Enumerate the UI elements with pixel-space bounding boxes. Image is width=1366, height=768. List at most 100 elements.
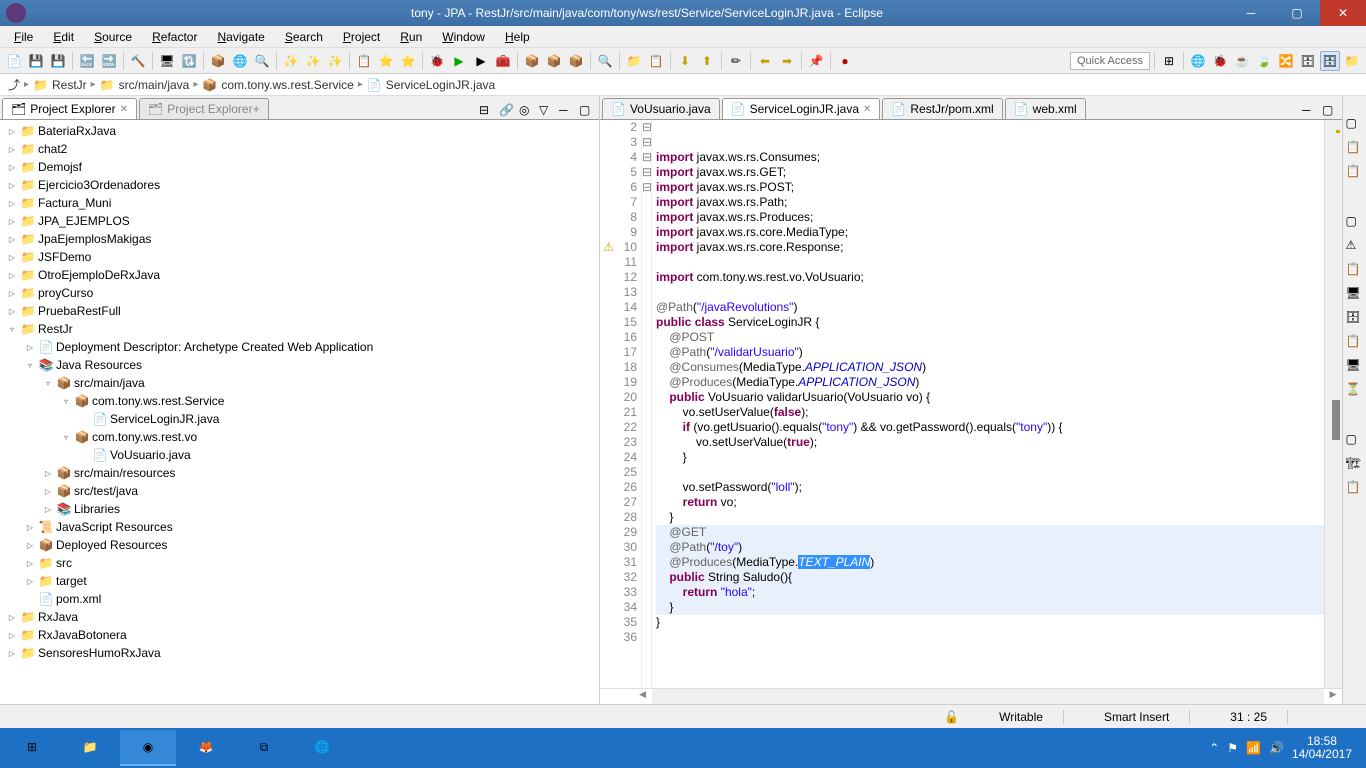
tree-toggle-icon[interactable]: ▷: [24, 539, 36, 551]
tree-toggle-icon[interactable]: ▷: [24, 341, 36, 353]
editor-tab[interactable]: 📄ServiceLoginJR.java✕: [722, 98, 881, 119]
close-tab-icon[interactable]: ✕: [863, 104, 871, 115]
chrome-taskbtn[interactable]: 🌐: [294, 730, 350, 766]
maximize-editor-icon[interactable]: ▢: [1322, 103, 1338, 119]
open-perspective-icon[interactable]: ⊞: [1159, 51, 1179, 71]
tree-toggle-icon[interactable]: ▷: [24, 575, 36, 587]
tree-item[interactable]: 📄pom.xml: [2, 590, 597, 608]
nav-back-icon[interactable]: ⤴: [8, 76, 20, 93]
tree-toggle-icon[interactable]: ▿: [6, 323, 18, 335]
java-persp-icon[interactable]: ☕: [1232, 51, 1252, 71]
restore-view3-icon[interactable]: ▢: [1346, 432, 1364, 450]
run-icon[interactable]: ▶: [449, 51, 469, 71]
tree-toggle-icon[interactable]: ▷: [6, 215, 18, 227]
build-icon[interactable]: 🔨: [128, 51, 148, 71]
tree-toggle-icon[interactable]: ▿: [60, 395, 72, 407]
structure-icon[interactable]: 🏗: [1346, 456, 1364, 474]
tree-toggle-icon[interactable]: ▷: [24, 557, 36, 569]
close-icon[interactable]: ✕: [120, 104, 128, 115]
tree-toggle-icon[interactable]: ▷: [6, 161, 18, 173]
minimize-button[interactable]: ─: [1228, 0, 1274, 26]
tree-toggle-icon[interactable]: ▷: [6, 305, 18, 317]
tree-item[interactable]: ▷📁RxJavaBotonera: [2, 626, 597, 644]
new-type-icon[interactable]: 📦: [566, 51, 586, 71]
tree-toggle-icon[interactable]: ▷: [42, 503, 54, 515]
tree-toggle-icon[interactable]: ▷: [6, 233, 18, 245]
focus-icon[interactable]: ◎: [519, 103, 535, 119]
git-persp-icon[interactable]: 🔀: [1276, 51, 1296, 71]
tree-item[interactable]: ▿📚Java Resources: [2, 356, 597, 374]
tree-toggle-icon[interactable]: ▷: [6, 251, 18, 263]
file-nav-icon[interactable]: 📁: [624, 51, 644, 71]
jrebel-icon[interactable]: ●: [835, 51, 855, 71]
tree-item[interactable]: ▷📁JpaEjemplosMakigas: [2, 230, 597, 248]
tree-item[interactable]: ▿📁RestJr: [2, 320, 597, 338]
breadcrumb-file[interactable]: ServiceLoginJR.java: [386, 78, 495, 92]
tree-item[interactable]: ▷📁proyCurso: [2, 284, 597, 302]
breadcrumb-proj[interactable]: RestJr: [52, 78, 87, 92]
overview-ruler[interactable]: [1324, 120, 1342, 688]
tree-item[interactable]: ▷📁PruebaRestFull: [2, 302, 597, 320]
fold-bar[interactable]: ⊟⊟⊟⊟⊟: [642, 120, 652, 688]
search2-icon[interactable]: 🔍: [595, 51, 615, 71]
tree-item[interactable]: ▿📦com.tony.ws.rest.vo: [2, 428, 597, 446]
tree-item[interactable]: ▷📦Deployed Resources: [2, 536, 597, 554]
db-persp-icon[interactable]: 🗄: [1298, 51, 1318, 71]
back-icon[interactable]: ⬅: [755, 51, 775, 71]
hscroll-right-icon[interactable]: ▶: [1324, 689, 1342, 704]
start-button[interactable]: ⊞: [4, 730, 60, 766]
tree-toggle-icon[interactable]: ▿: [42, 377, 54, 389]
tree-item[interactable]: ▷📁target: [2, 572, 597, 590]
menu-source[interactable]: Source: [84, 28, 142, 46]
pin-icon[interactable]: 📌: [806, 51, 826, 71]
eclipse-taskbtn[interactable]: ◉: [120, 730, 176, 766]
tree-item[interactable]: ▷📁BateriaRxJava: [2, 122, 597, 140]
server-icon[interactable]: 🖥: [157, 51, 177, 71]
tree-item[interactable]: ▷📁Ejercicio3Ordenadores: [2, 176, 597, 194]
servers-icon[interactable]: 🖥: [1346, 286, 1364, 304]
project-explorer-tab[interactable]: 🗂 Project Explorer ✕: [2, 98, 137, 119]
menu-refactor[interactable]: Refactor: [142, 28, 207, 46]
menu-edit[interactable]: Edit: [43, 28, 84, 46]
restore-view2-icon[interactable]: ▢: [1346, 214, 1364, 232]
javaee-persp-icon[interactable]: 🌐: [1188, 51, 1208, 71]
menu-navigate[interactable]: Navigate: [207, 28, 274, 46]
tree-item[interactable]: ▷📦src/test/java: [2, 482, 597, 500]
firefox-taskbtn[interactable]: 🦊: [178, 730, 234, 766]
tree-toggle-icon[interactable]: ▷: [6, 647, 18, 659]
menu-help[interactable]: Help: [495, 28, 540, 46]
tree-item[interactable]: ▷📦src/main/resources: [2, 464, 597, 482]
system-tray[interactable]: ⌃ ⚑ 📶 🔊 18:58 14/04/2017: [1209, 735, 1362, 761]
explorer-taskbtn[interactable]: 📁: [62, 730, 118, 766]
tree-toggle-icon[interactable]: ▷: [6, 269, 18, 281]
menu-run[interactable]: Run: [390, 28, 432, 46]
ext-tools-icon[interactable]: 🧰: [493, 51, 513, 71]
search-icon[interactable]: 🔍: [252, 51, 272, 71]
tree-toggle-icon[interactable]: ▷: [6, 197, 18, 209]
tree-toggle-icon[interactable]: ▷: [6, 125, 18, 137]
tree-item[interactable]: ▷📁RxJava: [2, 608, 597, 626]
tree-item[interactable]: ▷📚Libraries: [2, 500, 597, 518]
tree-toggle-icon[interactable]: ▷: [6, 629, 18, 641]
tree-toggle-icon[interactable]: ▷: [42, 485, 54, 497]
tree-item[interactable]: ▷📜JavaScript Resources: [2, 518, 597, 536]
wizard4-icon[interactable]: ⭐: [376, 51, 396, 71]
wizard3-icon[interactable]: ✨: [325, 51, 345, 71]
new-pkg-icon[interactable]: 📦: [522, 51, 542, 71]
tree-toggle-icon[interactable]: ▿: [24, 359, 36, 371]
menu-window[interactable]: Window: [432, 28, 495, 46]
tree-item[interactable]: ▷📁SensoresHumoRxJava: [2, 644, 597, 662]
run-server-icon[interactable]: ▶: [471, 51, 491, 71]
menu-file[interactable]: File: [4, 28, 43, 46]
debug-persp-icon[interactable]: 🐞: [1210, 51, 1230, 71]
task-icon[interactable]: 📋: [646, 51, 666, 71]
tree-item[interactable]: ▷📁JPA_EJEMPLOS: [2, 212, 597, 230]
tree-toggle-icon[interactable]: [78, 413, 90, 425]
debug-icon[interactable]: 🐞: [427, 51, 447, 71]
vscode-taskbtn[interactable]: ⧉: [236, 730, 292, 766]
maximize-view-icon[interactable]: ▢: [579, 103, 595, 119]
menu-search[interactable]: Search: [275, 28, 333, 46]
new-server-icon[interactable]: 📦: [208, 51, 228, 71]
next-ann-icon[interactable]: ⬇: [675, 51, 695, 71]
hscroll-left-icon[interactable]: ◀: [634, 689, 652, 704]
